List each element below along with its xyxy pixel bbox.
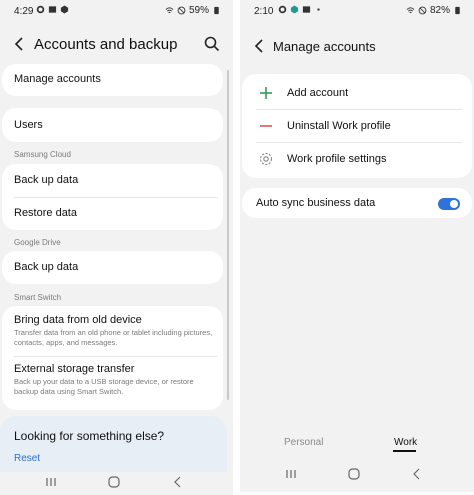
divider: [256, 142, 462, 143]
auto-sync-label: Auto sync business data: [256, 197, 376, 209]
work-profile-status-icon: [290, 5, 299, 14]
samsung-cloud-card: Back up data Restore data: [2, 164, 223, 230]
dot-status-icon: [317, 8, 320, 11]
do-not-disturb-icon: [177, 6, 186, 15]
scrollbar[interactable]: [227, 70, 229, 400]
auto-sync-card: Auto sync business data: [242, 188, 472, 218]
recents-icon[interactable]: [284, 467, 298, 481]
uninstall-work-profile-item[interactable]: Uninstall Work profile: [287, 120, 391, 132]
external-storage-title: External storage transfer: [14, 363, 135, 375]
status-time: 2:10: [254, 6, 274, 17]
nav-back-icon[interactable]: [171, 475, 185, 489]
suggestions-card: Looking for something else? Reset: [0, 416, 227, 472]
divider: [14, 356, 217, 357]
account-actions-card: Add account Uninstall Work profile Work …: [242, 74, 472, 178]
gear-status-icon: [278, 5, 287, 14]
system-icons: 82%: [406, 5, 462, 16]
suggestions-title: Looking for something else?: [14, 429, 165, 443]
external-storage-item[interactable]: External storage transfer Back up your d…: [14, 363, 215, 396]
app-header: Accounts and backup: [0, 30, 233, 60]
bring-data-description: Transfer data from an old phone or table…: [14, 328, 213, 347]
tab-personal[interactable]: Personal: [284, 437, 323, 448]
app-header: Manage accounts: [240, 32, 474, 62]
back-icon[interactable]: [10, 34, 30, 54]
smart-switch-card: Bring data from old device Transfer data…: [2, 306, 223, 410]
tab-work[interactable]: Work: [394, 437, 417, 448]
add-account-item[interactable]: Add account: [287, 87, 348, 99]
do-not-disturb-icon: [418, 6, 427, 15]
manage-accounts-card: Manage accounts: [2, 64, 223, 96]
battery-icon: [214, 6, 219, 15]
gear-icon: [259, 152, 273, 166]
back-icon[interactable]: [250, 36, 270, 56]
navigation-bar: [0, 470, 233, 494]
recents-icon[interactable]: [44, 475, 58, 489]
users-card: Users: [2, 108, 223, 142]
status-bar: 4:29 59%: [0, 0, 233, 22]
toggle-knob: [450, 200, 458, 208]
google-drive-card: Back up data: [2, 251, 223, 284]
minus-icon: [260, 125, 272, 127]
gear-status-icon: [36, 5, 45, 14]
section-label-smart-switch: Smart Switch: [14, 293, 62, 302]
manage-accounts-item[interactable]: Manage accounts: [14, 73, 215, 85]
samsung-back-up-item[interactable]: Back up data: [14, 174, 215, 186]
manage-accounts-screen: 2:10 82% Manage accounts Add account Uni…: [240, 0, 474, 492]
battery-percent: 82%: [429, 5, 450, 16]
image-status-icon: [48, 6, 57, 13]
external-storage-description: Back up your data to a USB storage devic…: [14, 377, 194, 396]
restore-data-item[interactable]: Restore data: [14, 207, 215, 219]
divider: [256, 109, 462, 110]
hexagon-status-icon: [60, 5, 69, 14]
section-label-google-drive: Google Drive: [14, 238, 61, 247]
status-bar: 2:10 82%: [240, 0, 474, 22]
system-icons: 59%: [165, 5, 221, 16]
page-title: Accounts and backup: [34, 36, 178, 53]
page-title: Manage accounts: [273, 39, 376, 54]
home-icon[interactable]: [347, 467, 361, 481]
selected-tab-indicator: [393, 450, 416, 452]
bring-data-title: Bring data from old device: [14, 314, 142, 326]
auto-sync-toggle[interactable]: [438, 198, 460, 210]
section-label-samsung-cloud: Samsung Cloud: [14, 150, 71, 159]
notification-icons: [278, 5, 323, 14]
image-status-icon: [302, 6, 311, 13]
battery-percent: 59%: [188, 5, 209, 16]
work-profile-settings-item[interactable]: Work profile settings: [287, 153, 386, 165]
nav-back-icon[interactable]: [410, 467, 424, 481]
users-item[interactable]: Users: [14, 119, 215, 131]
search-icon[interactable]: [203, 35, 221, 53]
bring-data-item[interactable]: Bring data from old device Transfer data…: [14, 314, 215, 347]
wifi-icon: [165, 7, 174, 14]
plus-icon: [260, 87, 272, 99]
navigation-bar: [240, 462, 474, 486]
wifi-icon: [406, 7, 415, 14]
accounts-and-backup-screen: 4:29 59% Accounts and backup Manage acco…: [0, 0, 233, 495]
status-time: 4:29: [14, 6, 34, 17]
battery-icon: [455, 6, 460, 15]
reset-link[interactable]: Reset: [14, 453, 40, 464]
home-icon[interactable]: [107, 475, 121, 489]
google-back-up-item[interactable]: Back up data: [14, 261, 215, 273]
notification-icons: [36, 5, 69, 14]
divider: [14, 197, 217, 198]
